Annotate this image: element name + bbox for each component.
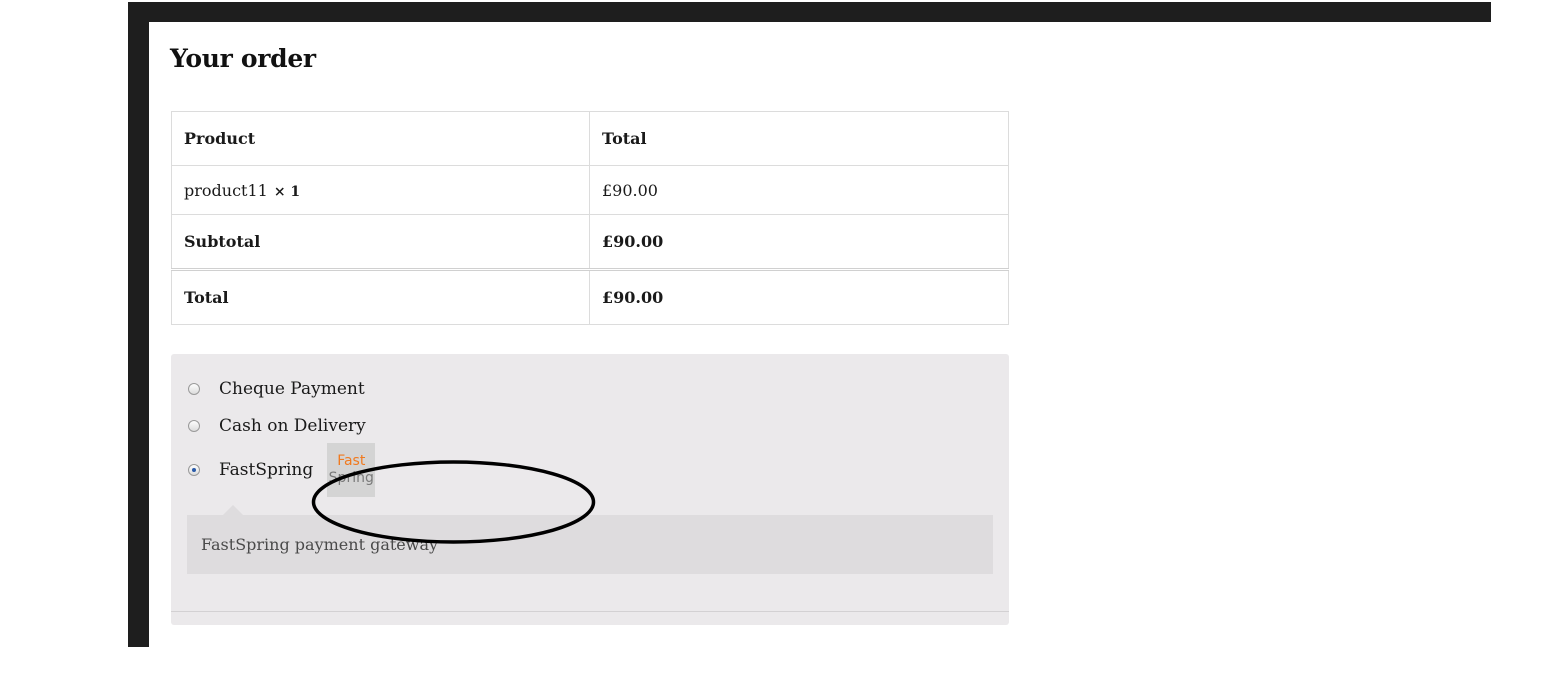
product-name: product11 bbox=[184, 180, 268, 200]
payment-option-cod[interactable]: Cash on Delivery bbox=[188, 416, 366, 436]
payment-description-text: FastSpring payment gateway bbox=[201, 535, 439, 554]
total-column-header: Total bbox=[589, 111, 1009, 166]
cheque-radio[interactable] bbox=[188, 383, 200, 395]
payment-option-fastspring[interactable]: FastSpring Fast Spring bbox=[188, 443, 376, 497]
fastspring-logo-line2: Spring bbox=[328, 470, 374, 486]
product-quantity: × 1 bbox=[273, 183, 301, 200]
product-price: £90.00 bbox=[589, 165, 1009, 215]
window-frame-left bbox=[128, 2, 149, 647]
product-cell: product11 × 1 bbox=[171, 165, 590, 215]
fastspring-label: FastSpring bbox=[219, 460, 314, 480]
payment-option-cheque[interactable]: Cheque Payment bbox=[188, 379, 365, 399]
product-column-header: Product bbox=[171, 111, 590, 166]
payment-methods-panel: Cheque Payment Cash on Delivery FastSpri… bbox=[171, 354, 1009, 625]
subtotal-row: Subtotal £90.00 bbox=[171, 214, 1009, 270]
window-frame-top bbox=[128, 2, 1491, 22]
cheque-label: Cheque Payment bbox=[219, 379, 365, 399]
payment-description: FastSpring payment gateway bbox=[187, 515, 993, 574]
table-row: product11 × 1 £90.00 bbox=[171, 165, 1009, 215]
cod-radio[interactable] bbox=[188, 420, 200, 432]
payment-divider bbox=[171, 611, 1009, 612]
fastspring-radio[interactable] bbox=[188, 464, 200, 476]
subtotal-label: Subtotal bbox=[171, 214, 590, 270]
description-pointer bbox=[223, 505, 243, 515]
cod-label: Cash on Delivery bbox=[219, 416, 366, 436]
total-row: Total £90.00 bbox=[171, 268, 1009, 325]
subtotal-value: £90.00 bbox=[589, 214, 1009, 270]
total-value: £90.00 bbox=[589, 268, 1009, 325]
fastspring-logo: Fast Spring bbox=[327, 443, 376, 497]
order-title: Your order bbox=[170, 44, 316, 73]
table-header-row: Product Total bbox=[171, 111, 1009, 166]
fastspring-logo-line1: Fast bbox=[337, 453, 366, 469]
order-review-table: Product Total product11 × 1 £90.00 Subtot… bbox=[171, 111, 1009, 325]
total-label: Total bbox=[171, 268, 590, 325]
